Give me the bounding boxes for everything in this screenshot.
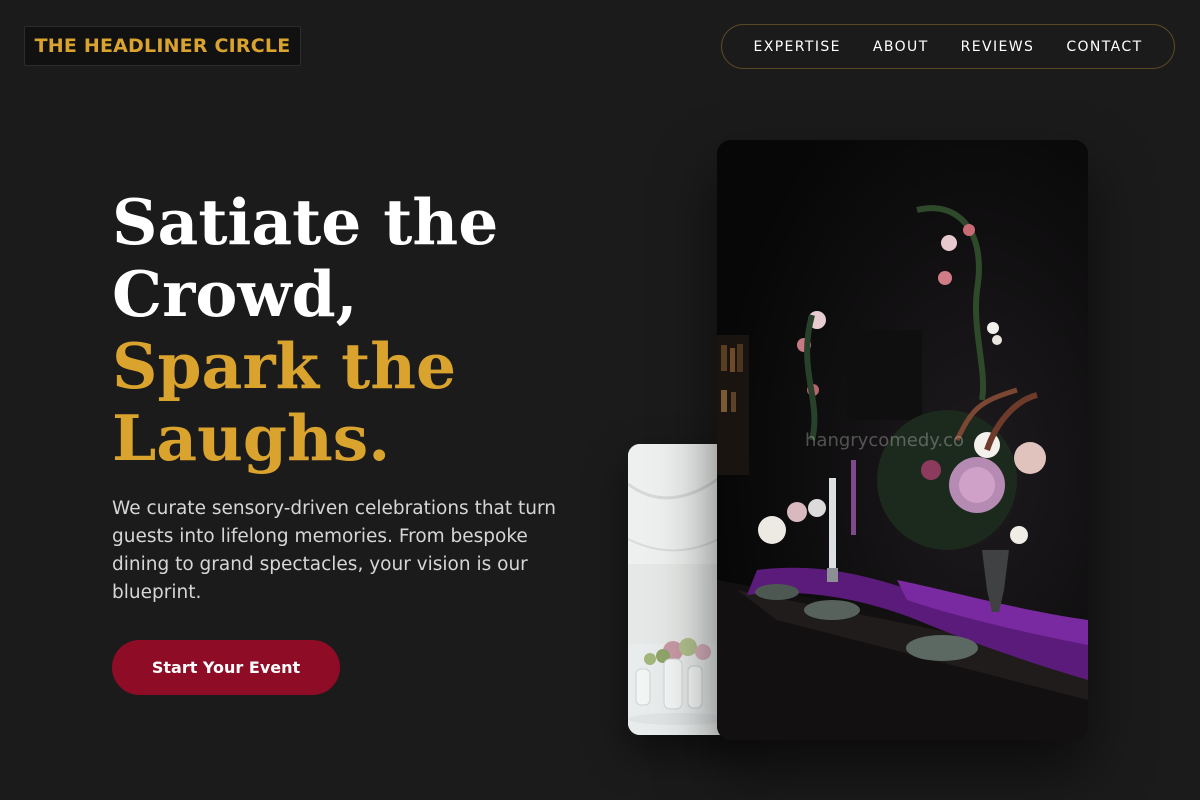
main-nav: EXPERTISE ABOUT REVIEWS CONTACT — [721, 24, 1175, 69]
brand-logo[interactable]: THE HEADLINER CIRCLE — [24, 26, 301, 66]
headline-line-1: Satiate the — [112, 185, 499, 259]
hero-description: We curate sensory-driven celebrations th… — [112, 498, 557, 603]
headline-line-4: Laughs. — [112, 401, 391, 475]
start-event-button[interactable]: Start Your Event — [112, 640, 340, 695]
main-event-photo: hangrycomedy.co — [717, 140, 1088, 740]
nav-reviews[interactable]: REVIEWS — [961, 39, 1035, 55]
hero-headline: Satiate the Crowd, Spark the Laughs. — [112, 186, 498, 474]
headline-line-2: Crowd, — [112, 257, 358, 331]
nav-about[interactable]: ABOUT — [873, 39, 929, 55]
headline-line-3: Spark the — [112, 329, 457, 403]
nav-expertise[interactable]: EXPERTISE — [753, 39, 840, 55]
photo-watermark: hangrycomedy.co — [805, 430, 964, 451]
nav-contact[interactable]: CONTACT — [1066, 39, 1142, 55]
